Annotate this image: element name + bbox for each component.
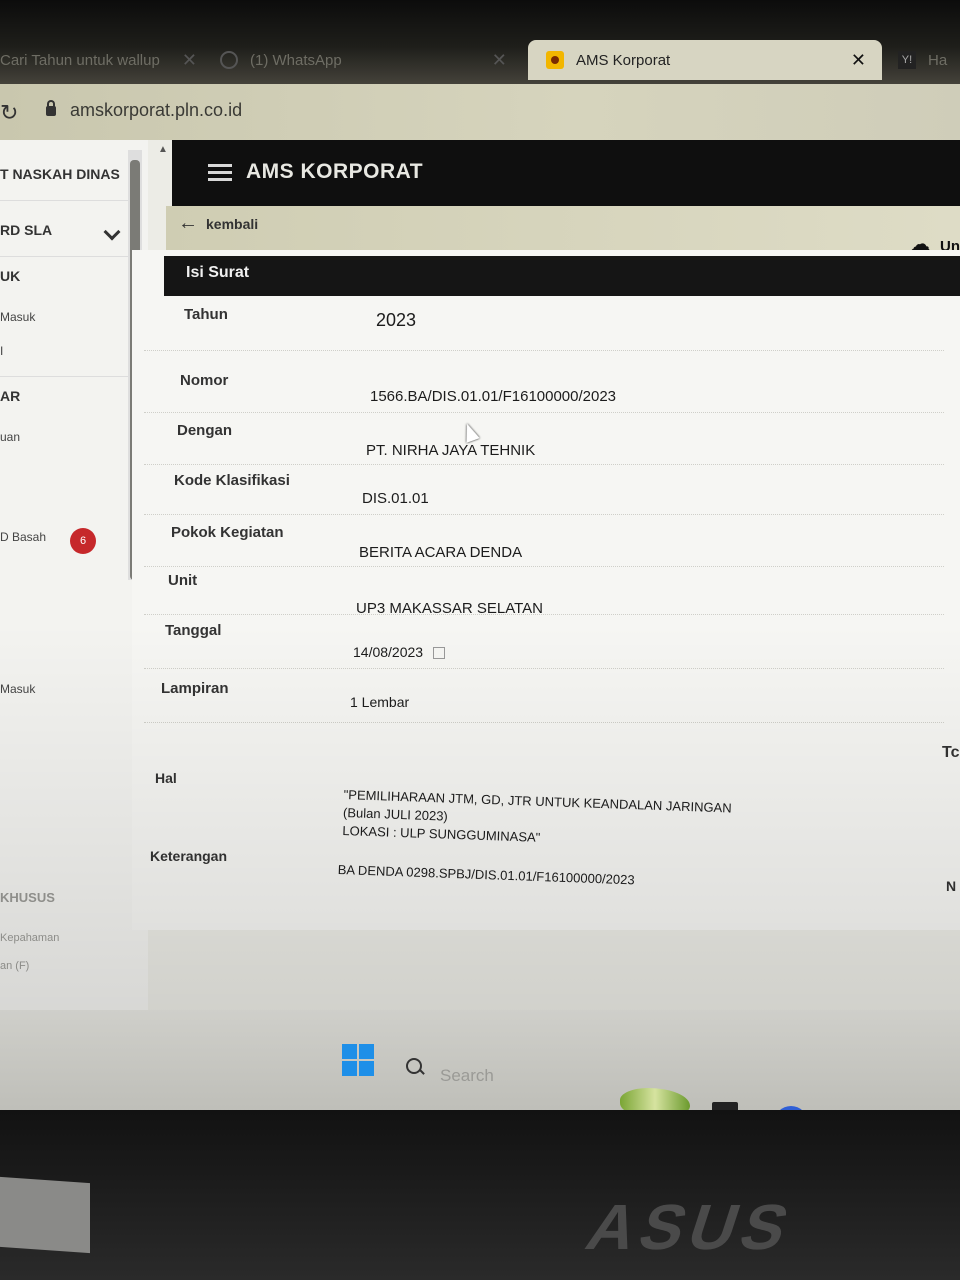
close-icon[interactable]: ✕ xyxy=(182,50,197,71)
close-icon[interactable]: ✕ xyxy=(851,50,866,71)
search-icon[interactable] xyxy=(406,1058,422,1074)
yahoo-icon: Y! xyxy=(898,51,916,69)
sidebar-item-masuk[interactable]: Masuk xyxy=(0,310,35,324)
tab-label: Ha xyxy=(928,51,948,69)
field-value-nomor: 1566.BA/DIS.01.01/F16100000/2023 xyxy=(370,388,617,405)
field-label: Nomor xyxy=(180,372,229,389)
browser-tab-strip: Cari Tahun untuk wallup ✕ (1) WhatsApp ✕… xyxy=(0,0,960,84)
app-sidebar: T NASKAH DINAS RD SLA UK Masuk I AR uan … xyxy=(0,140,148,1020)
sidebar-item-f[interactable]: an (F) xyxy=(0,960,29,972)
divider xyxy=(144,722,944,723)
paper-on-desk xyxy=(0,1176,90,1254)
taskbar-search-input[interactable]: Search xyxy=(440,1066,494,1086)
field-value-tanggal: 14/08/2023 xyxy=(353,644,424,660)
divider xyxy=(144,668,944,669)
field-value-lampiran: 1 Lembar xyxy=(350,694,410,710)
tab-label: Cari Tahun untuk wallup xyxy=(0,51,160,69)
date-field-tanggal[interactable]: 14/08/2023 xyxy=(353,644,446,660)
chevron-down-icon[interactable] xyxy=(103,223,121,241)
field-label: Lampiran xyxy=(161,680,229,697)
divider xyxy=(144,566,944,567)
url-text[interactable]: amskorporat.pln.co.id xyxy=(70,100,242,121)
scroll-up-icon[interactable]: ▲ xyxy=(158,144,168,155)
field-label: Keterangan xyxy=(150,848,228,864)
field-label: Pokok Kegiatan xyxy=(171,524,284,541)
pln-logo-icon xyxy=(546,51,564,69)
divider xyxy=(0,256,140,257)
reload-icon[interactable]: ↻ xyxy=(0,100,18,126)
sidebar-item-naskah-dinas[interactable]: T NASKAH DINAS xyxy=(0,166,120,182)
sidebar-item-uan[interactable]: uan xyxy=(0,430,20,444)
field-label: Dengan xyxy=(177,422,233,439)
lock-icon[interactable] xyxy=(46,100,56,116)
divider xyxy=(144,412,944,413)
close-icon[interactable]: ✕ xyxy=(492,50,507,71)
sidebar-item-kepahaman[interactable]: Kepahaman xyxy=(0,932,59,944)
calendar-icon[interactable] xyxy=(433,647,446,660)
address-bar[interactable]: ↻ amskorporat.pln.co.id xyxy=(0,84,960,140)
count-badge: 6 xyxy=(70,528,96,554)
back-bar: ← kembali Un xyxy=(166,206,960,255)
divider xyxy=(0,376,140,377)
divider xyxy=(0,200,140,201)
windows-start-icon[interactable] xyxy=(342,1044,374,1076)
windows-taskbar xyxy=(0,1010,960,1120)
browser-tab-ams-korporat[interactable]: AMS Korporat ✕ xyxy=(528,40,882,80)
laptop-bezel xyxy=(0,1110,960,1280)
browser-tab-1[interactable]: Cari Tahun untuk wallup ✕ xyxy=(0,40,197,80)
monitor-screen: Cari Tahun untuk wallup ✕ (1) WhatsApp ✕… xyxy=(0,0,960,1040)
section-header: Isi Surat xyxy=(164,256,960,296)
field-label: Hal xyxy=(155,770,177,786)
back-arrow-icon[interactable]: ← xyxy=(178,212,198,235)
clipped-label: N xyxy=(946,878,957,894)
field-label: Kode Klasifikasi xyxy=(174,472,290,489)
back-link[interactable]: kembali xyxy=(206,216,258,232)
field-value-pokok-kegiatan: BERITA ACARA DENDA xyxy=(359,544,523,561)
field-value-tahun: 2023 xyxy=(376,310,417,330)
field-value-dengan: PT. NIRHA JAYA TEHNIK xyxy=(366,442,536,459)
sidebar-item-ar[interactable]: AR xyxy=(0,388,20,404)
whatsapp-icon xyxy=(220,51,238,69)
divider xyxy=(144,614,944,615)
app-title: AMS KORPORAT xyxy=(246,160,424,183)
browser-tab-4[interactable]: Y! Ha xyxy=(898,40,947,80)
sidebar-item-sla[interactable]: RD SLA xyxy=(0,222,52,238)
divider xyxy=(144,464,944,465)
sidebar-item-uk[interactable]: UK xyxy=(0,268,20,284)
field-value-kode-klasifikasi: DIS.01.01 xyxy=(362,490,429,507)
clipped-label: Tc xyxy=(942,744,960,761)
tab-label: AMS Korporat xyxy=(576,51,671,69)
tab-label: (1) WhatsApp xyxy=(250,51,342,69)
divider xyxy=(144,514,944,515)
field-label: Tahun xyxy=(184,306,228,323)
field-label: Tanggal xyxy=(165,622,222,639)
hamburger-menu-icon[interactable] xyxy=(208,164,232,182)
sidebar-item-masuk-2[interactable]: Masuk xyxy=(0,682,35,696)
laptop-brand-logo: ASUS xyxy=(578,1191,804,1263)
section-title: Isi Surat xyxy=(186,264,250,281)
field-label: Unit xyxy=(168,572,198,589)
divider xyxy=(144,350,944,351)
sidebar-item-basah[interactable]: D Basah xyxy=(0,530,46,544)
sidebar-item-i[interactable]: I xyxy=(0,344,3,358)
sidebar-item-khusus[interactable]: KHUSUS xyxy=(0,890,55,905)
browser-tab-whatsapp[interactable]: (1) WhatsApp ✕ xyxy=(220,40,507,80)
